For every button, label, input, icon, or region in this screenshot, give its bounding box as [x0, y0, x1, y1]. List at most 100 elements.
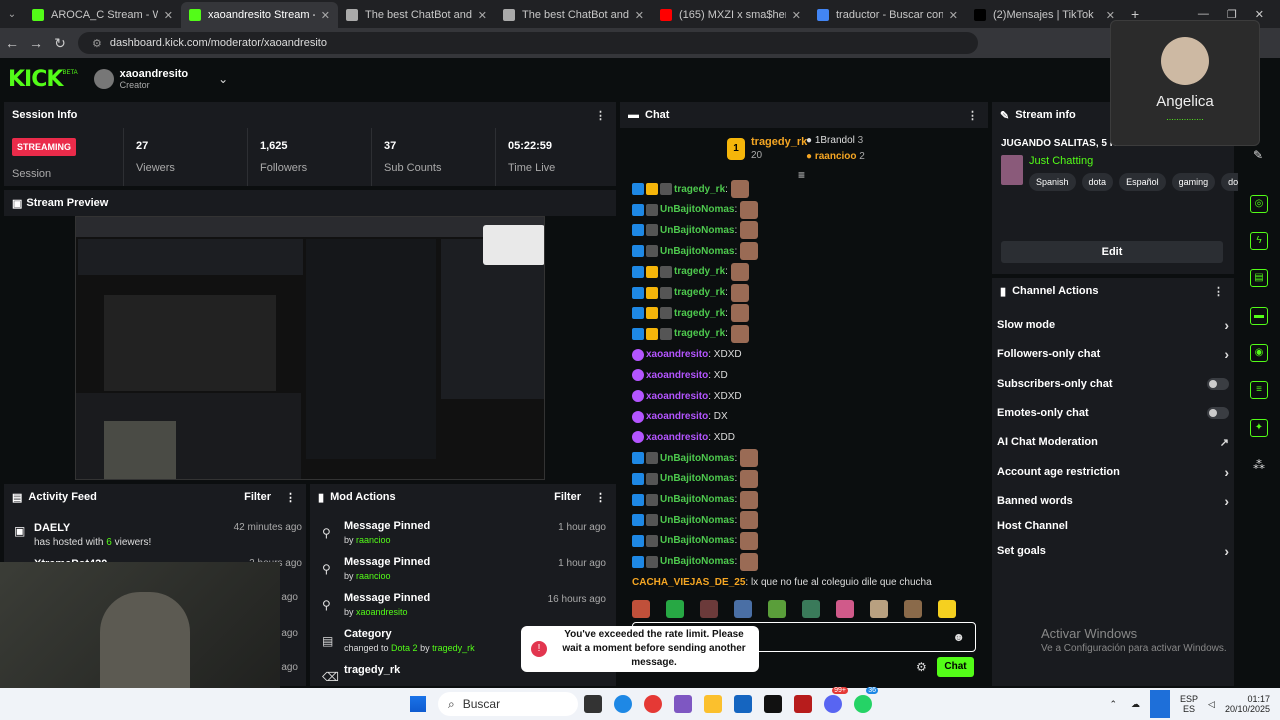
- emote-button[interactable]: [632, 600, 650, 618]
- emote-button[interactable]: [870, 600, 888, 618]
- reload-icon[interactable]: ↻: [48, 35, 72, 52]
- browser-tab[interactable]: traductor - Buscar con Google ✕: [809, 2, 966, 28]
- task-view-icon[interactable]: [584, 695, 602, 713]
- chrome-icon[interactable]: [644, 695, 662, 713]
- apps-icon[interactable]: ⁂: [1253, 458, 1265, 472]
- mod-action-user[interactable]: xaoandresito: [356, 607, 408, 617]
- back-icon[interactable]: ←: [0, 35, 24, 51]
- chat-username[interactable]: UnBajitoNomas: [660, 453, 734, 464]
- gifter-name[interactable]: raancioo: [815, 151, 857, 162]
- copilot-icon[interactable]: [674, 695, 692, 713]
- channel-action-ai-chat-moderation[interactable]: AI Chat Moderation ↗: [997, 433, 1229, 451]
- volume-icon[interactable]: ◁: [1208, 699, 1215, 710]
- emote-button[interactable]: [802, 600, 820, 618]
- chat-username[interactable]: CACHA_VIEJAS_DE_25: [632, 577, 745, 588]
- channel-action-followers-only-chat[interactable]: Followers-only chat ›: [997, 345, 1229, 363]
- emote-button[interactable]: [938, 600, 956, 618]
- chat-username[interactable]: UnBajitoNomas: [660, 556, 734, 567]
- kick-app-icon[interactable]: [764, 695, 782, 713]
- close-window-icon[interactable]: ✕: [1255, 8, 1264, 21]
- url-field[interactable]: ⚙ dashboard.kick.com/moderator/xaoandres…: [78, 32, 978, 54]
- emoji-icon[interactable]: ☻: [952, 630, 965, 644]
- gifter-name[interactable]: 1Brandol: [815, 135, 855, 146]
- chat-username[interactable]: tragedy_rk: [674, 184, 725, 195]
- browser-tab[interactable]: AROCA_C Stream - Watch Live ✕: [24, 2, 181, 28]
- chat-username[interactable]: UnBajitoNomas: [660, 246, 734, 257]
- channel-action-account-age-restriction[interactable]: Account age restriction ›: [997, 463, 1229, 481]
- whatsapp-icon[interactable]: 36: [854, 687, 878, 713]
- browser-tab[interactable]: (2)Mensajes | TikTok ✕: [966, 2, 1123, 28]
- toggle-switch[interactable]: [1207, 378, 1229, 390]
- stream-tag[interactable]: Español: [1119, 173, 1166, 191]
- store-icon[interactable]: [734, 695, 752, 713]
- pen-icon[interactable]: ✎: [1253, 148, 1263, 162]
- document-icon[interactable]: ▤: [1250, 269, 1268, 287]
- chat-username[interactable]: UnBajitoNomas: [660, 204, 734, 215]
- top-gifter-name[interactable]: tragedy_rk: [751, 136, 807, 148]
- app-icon[interactable]: [794, 695, 812, 713]
- chat-send-button[interactable]: Chat: [937, 657, 974, 677]
- mod-action-user[interactable]: tragedy_rk: [432, 643, 475, 653]
- mod-action-category[interactable]: Dota 2: [391, 643, 418, 653]
- tab-close-icon[interactable]: ✕: [635, 9, 644, 22]
- emote-button[interactable]: [836, 600, 854, 618]
- browser-tab[interactable]: The best ChatBot and Widgets ✕: [338, 2, 495, 28]
- edit-stream-button[interactable]: Edit: [1001, 241, 1223, 263]
- chat-username[interactable]: tragedy_rk: [674, 287, 725, 298]
- chat-username[interactable]: UnBajitoNomas: [660, 225, 734, 236]
- chat-username[interactable]: UnBajitoNomas: [660, 535, 734, 546]
- chat-username[interactable]: tragedy_rk: [674, 308, 725, 319]
- kick-logo[interactable]: KICK: [8, 67, 63, 92]
- mod-filter-button[interactable]: Filter: [554, 491, 581, 503]
- stream-tag[interactable]: dota: [1081, 173, 1114, 191]
- tab-close-icon[interactable]: ✕: [321, 9, 330, 22]
- chat-username[interactable]: tragedy_rk: [674, 266, 725, 277]
- list-icon[interactable]: ≡: [1250, 381, 1268, 399]
- more-icon[interactable]: ⋮: [595, 109, 606, 122]
- mic-icon[interactable]: [1150, 690, 1171, 718]
- more-icon[interactable]: ⋮: [595, 491, 606, 504]
- edge-icon[interactable]: [614, 695, 632, 713]
- wrench-icon[interactable]: ✦: [1250, 419, 1268, 437]
- chat-username[interactable]: UnBajitoNomas: [660, 494, 734, 505]
- mod-action-user[interactable]: raancioo: [356, 571, 391, 581]
- tray-chevron-icon[interactable]: ⌃: [1109, 699, 1117, 710]
- stream-tag[interactable]: gaming: [1171, 173, 1216, 191]
- chevron-down-icon[interactable]: ⌄: [218, 72, 228, 86]
- channel-action-banned-words[interactable]: Banned words ›: [997, 492, 1229, 510]
- browser-tab[interactable]: The best ChatBot and Widg ✕: [495, 2, 652, 28]
- chat-username[interactable]: xaoandresito: [646, 432, 708, 443]
- tab-search-icon[interactable]: ⌄: [0, 9, 24, 20]
- channel-action-set-goals[interactable]: Set goals ›: [997, 542, 1229, 560]
- chat-username[interactable]: xaoandresito: [646, 349, 708, 360]
- broadcast-icon[interactable]: ◉: [1250, 344, 1268, 362]
- tab-close-icon[interactable]: ✕: [478, 9, 487, 22]
- discord-icon[interactable]: 99+: [824, 687, 848, 713]
- more-icon[interactable]: ⋮: [967, 109, 978, 122]
- cloud-icon[interactable]: ☁: [1131, 699, 1140, 710]
- channel-action-emotes-only-chat[interactable]: Emotes-only chat: [997, 404, 1229, 422]
- tab-close-icon[interactable]: ✕: [949, 9, 958, 22]
- windows-start-icon[interactable]: [410, 696, 426, 712]
- lightning-icon[interactable]: ϟ: [1250, 232, 1268, 250]
- emote-button[interactable]: [700, 600, 718, 618]
- chat-bubble-icon[interactable]: ▬: [1250, 307, 1268, 325]
- stream-preview-video[interactable]: [75, 216, 545, 480]
- minimize-icon[interactable]: —: [1198, 8, 1209, 21]
- browser-tab[interactable]: xaoandresito Stream - Kick Das ✕: [181, 2, 338, 28]
- channel-switcher[interactable]: xaoandresito Creator ⌄: [93, 68, 228, 90]
- stream-tag[interactable]: Spanish: [1029, 173, 1076, 191]
- maximize-icon[interactable]: ❐: [1227, 8, 1237, 21]
- more-icon[interactable]: ⋮: [1213, 285, 1224, 298]
- chat-username[interactable]: UnBajitoNomas: [660, 473, 734, 484]
- emote-button[interactable]: [666, 600, 684, 618]
- clock-time[interactable]: 01:17: [1225, 694, 1270, 704]
- chat-settings-icon[interactable]: ⚙: [916, 660, 927, 674]
- browser-tab[interactable]: (165) MXZI x sma$her - ACELE ✕: [652, 2, 809, 28]
- pinned-expand-icon[interactable]: ≡: [798, 168, 805, 182]
- channel-action-slow-mode[interactable]: Slow mode ›: [997, 316, 1229, 334]
- file-explorer-icon[interactable]: [704, 695, 722, 713]
- emote-button[interactable]: [904, 600, 922, 618]
- lang-indicator[interactable]: ESP: [1180, 694, 1198, 704]
- category-link[interactable]: Just Chatting: [1029, 155, 1259, 167]
